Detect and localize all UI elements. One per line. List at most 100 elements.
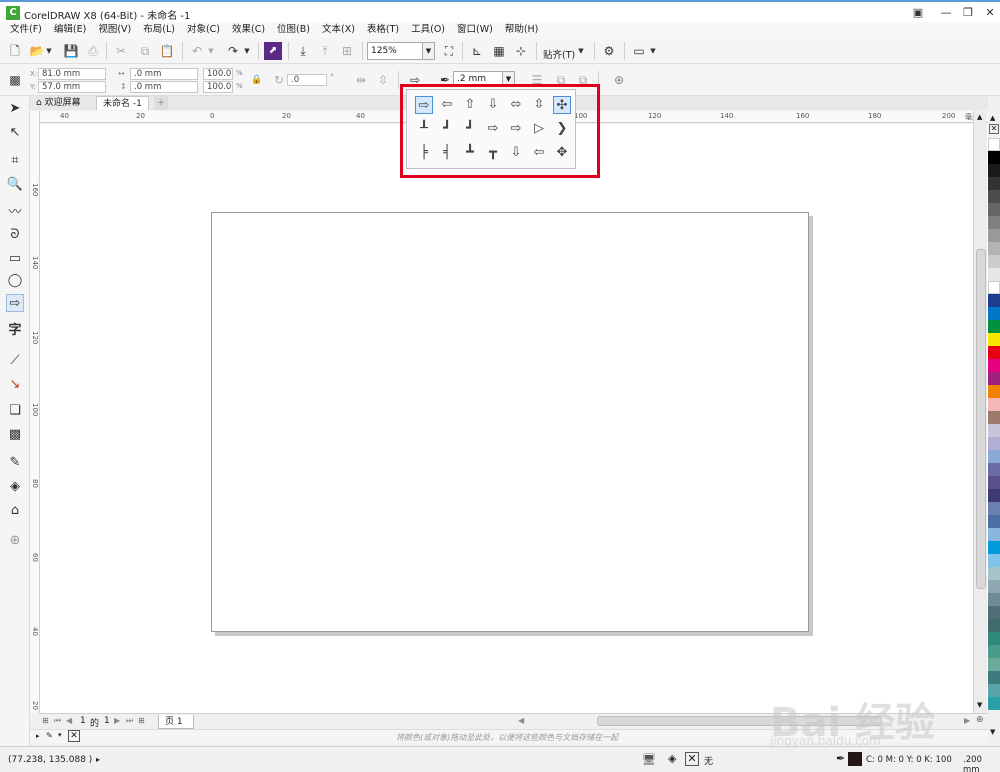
scale-y-input[interactable]: 100.0 [203,81,233,93]
eyedropper-icon[interactable]: ✎ [6,454,24,472]
quick-customize-plus-icon[interactable]: ⊕ [6,532,24,550]
tab-welcome[interactable]: ⌂ 欢迎屏幕 [30,96,87,110]
launcher-dropdown-icon[interactable]: ▼ [648,42,658,60]
color-swatch[interactable] [988,476,1000,489]
publish-pdf-icon[interactable]: ⊞ [338,42,356,60]
scroll-up-icon[interactable]: ▲ [977,113,982,121]
palette-menu-icon[interactable]: ▸ [36,732,40,740]
show-grid-icon[interactable]: ▦ [490,42,508,60]
menu-window[interactable]: 窗口(W) [451,22,499,38]
scale-x-input[interactable]: 100.0 [203,68,233,80]
width-input[interactable]: .0 mm [130,68,198,80]
crop-tool-icon[interactable]: ⌗ [6,152,24,170]
rectangle-tool-icon[interactable]: ▭ [6,250,24,268]
freehand-tool-icon[interactable]: 〰 [6,204,24,222]
document-page[interactable] [211,212,809,632]
application-launcher-icon[interactable]: ▭ [630,42,648,60]
color-swatch[interactable] [988,281,1000,294]
color-swatch[interactable] [988,359,1000,372]
color-swatch[interactable] [988,463,1000,476]
paste-icon[interactable]: 📋 [158,42,176,60]
options-gear-icon[interactable]: ⚙ [600,42,618,60]
basic-shapes-tool-icon[interactable]: ⇨ [6,294,24,312]
undo-dropdown-icon[interactable]: ▼ [206,42,216,60]
color-swatch[interactable] [988,294,1000,307]
palette-scroll-down-icon[interactable]: ▼ [990,728,995,736]
quick-customize-icon[interactable]: ⊕ [610,71,628,89]
last-page-icon[interactable]: ⏭ [126,716,133,726]
transparency-icon[interactable]: ▩ [6,426,24,444]
scroll-right-icon[interactable]: ▶ [964,716,970,725]
palette-options-icon[interactable]: ▾ [58,731,62,739]
user-icon[interactable]: ▣ [908,5,928,21]
page-tab-1[interactable]: 页 1 [158,715,194,729]
previous-page-icon[interactable]: ◀ [66,716,72,725]
undo-icon[interactable]: ↶ [188,42,206,60]
status-expand-icon[interactable]: ▸ [96,755,100,764]
shape-tool-icon[interactable]: ↖ [6,124,24,142]
color-swatch[interactable] [988,593,1000,606]
color-swatch[interactable] [988,541,1000,554]
drop-shadow-icon[interactable]: ❏ [6,402,24,420]
menu-layout[interactable]: 布局(L) [137,22,181,38]
color-swatch[interactable] [988,489,1000,502]
scroll-left-icon[interactable]: ◀ [518,716,524,725]
object-origin-icon[interactable]: ▩ [6,71,24,89]
show-rulers-icon[interactable]: ⊾ [468,42,486,60]
export-icon[interactable]: ⤒ [316,42,334,60]
search-content-icon[interactable]: ⬈ [264,42,282,60]
minimize-button[interactable]: — [936,5,956,21]
color-swatch[interactable] [988,684,1000,697]
scroll-down-icon[interactable]: ▼ [977,701,982,709]
color-swatch[interactable] [988,268,1000,281]
mirror-vertical-icon[interactable]: ⇳ [374,71,392,89]
color-swatch[interactable] [988,398,1000,411]
menu-edit[interactable]: 编辑(E) [48,22,92,38]
color-swatch[interactable] [988,424,1000,437]
color-swatch[interactable] [988,515,1000,528]
color-swatch[interactable] [988,151,1000,164]
color-swatch[interactable] [988,645,1000,658]
add-page-after-icon[interactable]: ⊞ [138,716,145,725]
color-swatch[interactable] [988,502,1000,515]
add-tab-button[interactable]: + [154,96,168,110]
color-swatch[interactable] [988,385,1000,398]
menu-effects[interactable]: 效果(C) [226,22,271,38]
y-position-input[interactable]: 57.0 mm [38,81,106,93]
color-swatch[interactable] [988,255,1000,268]
color-swatch[interactable] [988,203,1000,216]
menu-tools[interactable]: 工具(O) [405,22,451,38]
color-swatch[interactable] [988,177,1000,190]
color-swatch[interactable] [988,671,1000,684]
import-icon[interactable]: ⤓ [294,42,312,60]
color-swatch[interactable] [988,580,1000,593]
parallel-dimension-icon[interactable]: ⟋ [6,352,24,370]
color-swatch[interactable] [988,372,1000,385]
color-swatch[interactable] [988,229,1000,242]
close-button[interactable]: ✕ [980,5,1000,21]
snap-to-menu[interactable]: 贴齐(T) [543,47,575,61]
next-page-icon[interactable]: ▶ [114,716,120,725]
open-dropdown-icon[interactable]: ▼ [44,42,54,60]
menu-file[interactable]: 文件(F) [4,22,48,38]
vertical-scrollbar[interactable]: ▲ ▼ [973,111,987,713]
color-swatch[interactable] [988,437,1000,450]
color-swatch[interactable] [988,554,1000,567]
tab-document[interactable]: 未命名 -1 [96,96,149,110]
full-screen-icon[interactable]: ⛶ [440,42,458,60]
eyedropper-small-icon[interactable]: ✎ [46,731,53,740]
zoom-navigator-icon[interactable]: ⊕ [976,715,984,725]
color-swatch[interactable] [988,528,1000,541]
lock-ratio-icon[interactable]: 🔒 [248,71,266,89]
artistic-media-icon[interactable]: ᘐ [6,226,24,244]
rotation-input[interactable]: .0 [287,74,327,86]
color-swatch[interactable] [988,606,1000,619]
color-swatch[interactable] [988,307,1000,320]
color-swatch[interactable] [988,411,1000,424]
color-swatch[interactable] [988,346,1000,359]
color-swatch[interactable] [988,450,1000,463]
height-input[interactable]: .0 mm [130,81,198,93]
color-swatch[interactable] [988,333,1000,346]
add-page-before-icon[interactable]: ⊞ [42,716,49,725]
color-swatch[interactable] [988,242,1000,255]
